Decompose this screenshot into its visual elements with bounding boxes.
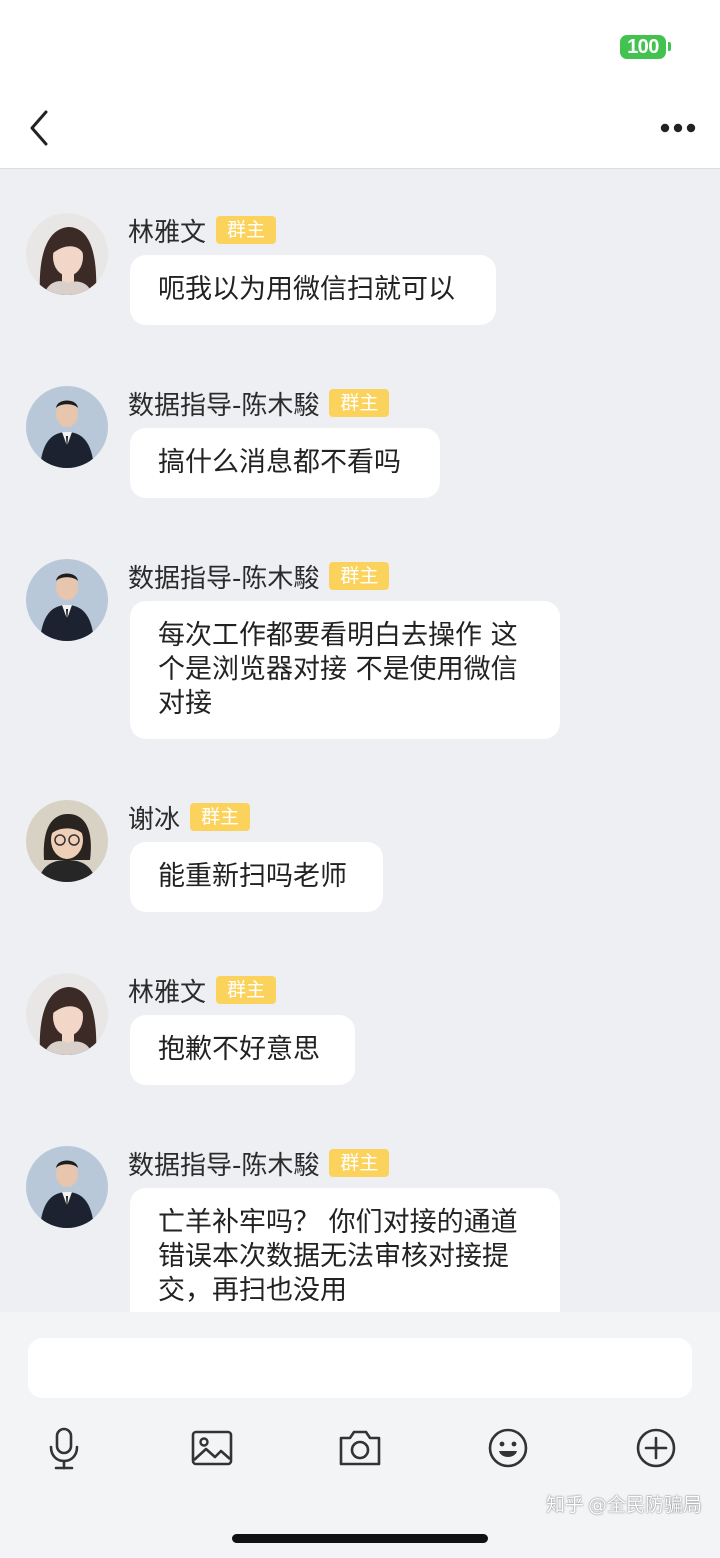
battery-tip	[668, 42, 671, 51]
more-dots-icon	[660, 123, 696, 133]
role-badge: 群主	[216, 976, 277, 1004]
woman-avatar-icon	[26, 973, 108, 1055]
sender-row: 数据指导-陈木駿 群主	[128, 1146, 390, 1181]
image-button[interactable]	[188, 1424, 236, 1472]
sender-name: 谢冰	[128, 804, 181, 835]
emoji-icon	[488, 1428, 528, 1468]
sender-row: 数据指导-陈木駿 群主	[128, 386, 390, 421]
camera-button[interactable]	[336, 1424, 384, 1472]
more-button[interactable]	[656, 112, 700, 144]
sender-name: 数据指导-陈木駿	[128, 390, 320, 421]
sender-row: 林雅文 群主	[128, 213, 277, 248]
role-badge: 群主	[329, 1149, 390, 1177]
avatar[interactable]	[26, 559, 108, 641]
voice-button[interactable]	[40, 1424, 88, 1472]
watermark: 知乎 @全民防骗局	[546, 1490, 702, 1517]
man-suit-avatar-icon	[26, 386, 108, 468]
message-bubble[interactable]: 能重新扫吗老师	[130, 842, 383, 912]
microphone-icon	[49, 1427, 79, 1470]
chat-message-list[interactable]: 林雅文 群主 呃我以为用微信扫就可以 数据指导-陈木駿 群主 搞什么消息都不看吗	[0, 169, 720, 1312]
sender-name: 林雅文	[128, 217, 207, 248]
sender-name: 林雅文	[128, 977, 207, 1008]
woman-glasses-avatar-icon	[26, 800, 108, 882]
avatar[interactable]	[26, 973, 108, 1055]
nav-bar	[0, 96, 720, 169]
emoji-button[interactable]	[484, 1424, 532, 1472]
watermark-site: 知乎	[546, 1494, 585, 1516]
role-badge: 群主	[190, 803, 251, 831]
woman-avatar-icon	[26, 213, 108, 295]
message-bubble[interactable]: 每次工作都要看明白去操作 这个是浏览器对接 不是使用微信对接	[130, 601, 560, 739]
avatar[interactable]	[26, 1146, 108, 1228]
message-bubble[interactable]: 亡羊补牢吗？ 你们对接的通道错误本次数据无法审核对接提交，再扫也没用	[130, 1188, 560, 1312]
camera-icon	[339, 1430, 381, 1466]
sender-name: 数据指导-陈木駿	[128, 1150, 320, 1181]
avatar[interactable]	[26, 213, 108, 295]
chevron-left-icon	[30, 110, 48, 146]
image-icon	[191, 1430, 233, 1466]
sender-row: 谢冰 群主	[128, 800, 251, 835]
input-area: 知乎 @全民防骗局	[0, 1312, 720, 1558]
message-bubble[interactable]: 呃我以为用微信扫就可以	[130, 255, 496, 325]
sender-row: 数据指导-陈木駿 群主	[128, 559, 390, 594]
message-bubble[interactable]: 搞什么消息都不看吗	[130, 428, 440, 498]
back-button[interactable]	[22, 108, 58, 148]
role-badge: 群主	[329, 389, 390, 417]
plus-circle-icon	[636, 1428, 676, 1468]
role-badge: 群主	[216, 216, 277, 244]
sender-row: 林雅文 群主	[128, 973, 277, 1008]
home-indicator	[232, 1534, 488, 1543]
avatar[interactable]	[26, 800, 108, 882]
man-suit-avatar-icon	[26, 559, 108, 641]
message-input[interactable]	[28, 1338, 692, 1398]
man-suit-avatar-icon	[26, 1146, 108, 1228]
status-bar: 100	[0, 0, 720, 96]
battery-indicator: 100	[620, 35, 666, 59]
role-badge: 群主	[329, 562, 390, 590]
more-actions-button[interactable]	[632, 1424, 680, 1472]
message-bubble[interactable]: 抱歉不好意思	[130, 1015, 355, 1085]
sender-name: 数据指导-陈木駿	[128, 563, 320, 594]
watermark-author: @全民防骗局	[588, 1494, 703, 1516]
avatar[interactable]	[26, 386, 108, 468]
